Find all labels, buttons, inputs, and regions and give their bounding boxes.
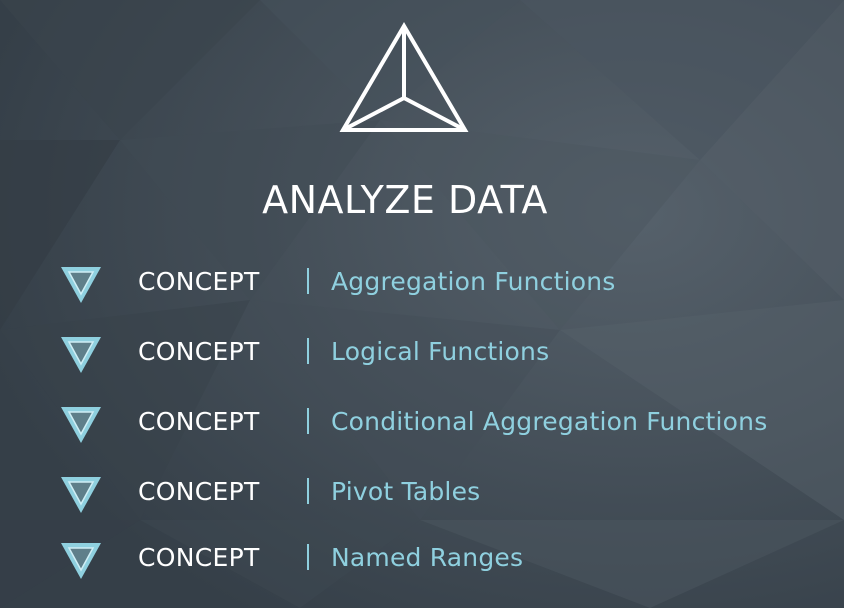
list-item: CONCEPT Aggregation Functions: [0, 262, 844, 303]
separator: [307, 338, 309, 364]
topic-label: Aggregation Functions: [331, 267, 616, 296]
concept-label: CONCEPT: [138, 337, 260, 366]
triangle-down-icon: [61, 267, 101, 303]
list-item: CONCEPT Conditional Aggregation Function…: [0, 402, 844, 443]
list-item: CONCEPT Pivot Tables: [0, 472, 844, 513]
concept-label: CONCEPT: [138, 543, 260, 572]
concept-label: CONCEPT: [138, 477, 260, 506]
list-item: CONCEPT Named Ranges: [0, 538, 844, 579]
topic-label: Named Ranges: [331, 543, 524, 572]
concept-label: CONCEPT: [138, 267, 260, 296]
topic-label: Conditional Aggregation Functions: [331, 407, 768, 436]
topic-label: Pivot Tables: [331, 477, 481, 506]
separator: [307, 544, 309, 570]
concept-list: CONCEPT Aggregation Functions CONCEPT Lo…: [0, 0, 844, 608]
topic-label: Logical Functions: [331, 337, 550, 366]
triangle-down-icon: [61, 337, 101, 373]
separator: [307, 478, 309, 504]
triangle-down-icon: [61, 543, 101, 579]
triangle-down-icon: [61, 407, 101, 443]
triangle-down-icon: [61, 477, 101, 513]
list-item: CONCEPT Logical Functions: [0, 332, 844, 373]
separator: [307, 268, 309, 294]
concept-label: CONCEPT: [138, 407, 260, 436]
separator: [307, 408, 309, 434]
